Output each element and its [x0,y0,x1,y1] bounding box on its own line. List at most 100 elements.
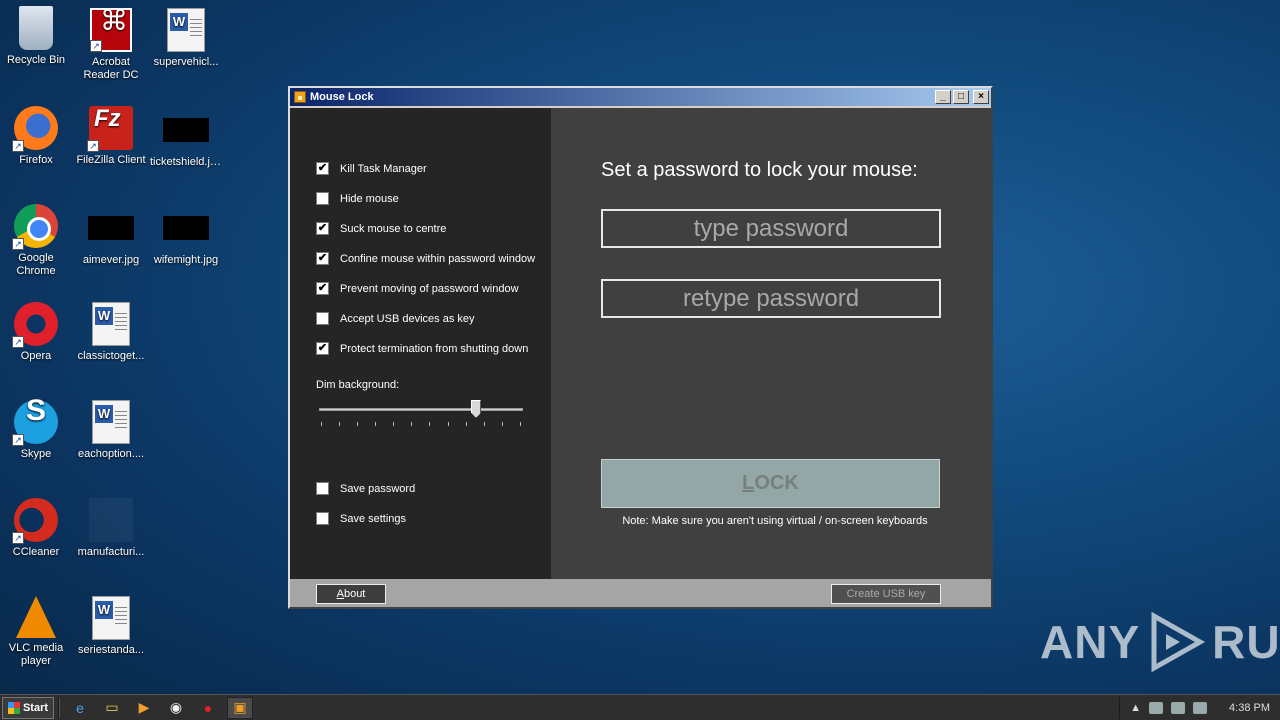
desktop-icon-label: aimever.jpg [82,254,140,266]
desktop-icon-acrobat[interactable]: ↗ Acrobat Reader DC [75,8,147,82]
option-label: Kill Task Manager [340,162,427,175]
settings-panel: ✔ Kill Task Manager Hide mouse ✔ Suck mo… [290,108,551,579]
checkbox[interactable] [316,312,329,325]
tray-expand-icon[interactable]: ▲ [1130,702,1141,714]
create-usb-key-button[interactable]: Create USB key [831,584,941,604]
firefox-icon: ↗ [12,106,58,152]
maximize-button[interactable]: □ [953,90,969,104]
window-title: Mouse Lock [310,91,374,103]
desktop-icon-label: eachoption.... [77,448,145,460]
checkbox[interactable] [316,192,329,205]
option-suck-mouse-to-centre[interactable]: ✔ Suck mouse to centre [316,222,446,235]
taskbar-opera-icon[interactable]: ● [195,697,221,719]
checkbox[interactable]: ✔ [316,282,329,295]
desktop-icon-ccleaner[interactable]: ↗ CCleaner [0,498,72,559]
taskbar: Start e ▭ ▶ ◉ ● ▣ ▲ 4:38 PM [0,694,1280,720]
option-kill-task-manager[interactable]: ✔ Kill Task Manager [316,162,427,175]
lock-button[interactable]: L OCK [601,459,940,508]
desktop-icon-label: classictoget... [77,350,145,362]
about-button[interactable]: About [316,584,386,604]
desktop-icon-filezilla[interactable]: ↗ FileZilla Client [75,106,147,167]
taskbar-chrome-icon[interactable]: ◉ [163,697,189,719]
dim-background-label: Dim background: [316,379,400,391]
about-accelerator: A [336,588,344,600]
desktop-icon-opera[interactable]: ↗ Opera [0,302,72,363]
option-label: Save password [340,482,416,495]
desktop-icon-chrome[interactable]: ↗ Google Chrome [0,204,72,278]
desktop-icon-label: Opera [20,350,52,362]
skype-icon: ↗ [12,400,58,446]
desktop-icon-word-doc[interactable]: seriestanda... [75,596,147,657]
blank-file-icon [89,498,133,542]
option-label: Hide mouse [340,192,399,205]
option-save-settings[interactable]: Save settings [316,512,406,525]
option-save-password[interactable]: Save password [316,482,415,495]
close-button[interactable]: × [973,90,989,104]
retype-password-input[interactable] [601,279,941,318]
windows-flag-icon [7,701,20,714]
window-titlebar[interactable]: Mouse Lock _ □ × [290,88,991,106]
clock[interactable]: 4:38 PM [1229,702,1270,714]
option-protect-termination[interactable]: ✔ Protect termination from shutting down [316,342,528,355]
ccleaner-icon: ↗ [12,498,58,544]
slider-tick [393,422,395,426]
desktop-icon-skype[interactable]: ↗ Skype [0,400,72,461]
anyrun-watermark: ANY RUN [1040,612,1280,672]
desktop-icon-image-file[interactable]: wifemight.jpg [150,204,222,267]
word-document-icon [92,302,130,346]
watermark-text-right: RUN [1212,616,1280,668]
option-label: Suck mouse to centre [340,222,447,235]
desktop-icon-firefox[interactable]: ↗ Firefox [0,106,72,167]
taskbar-mouse-lock-icon[interactable]: ▣ [227,696,253,719]
desktop-icon-word-doc[interactable]: classictoget... [75,302,147,363]
volume-icon[interactable] [1193,701,1208,714]
slider-tick [465,422,467,426]
watermark-text-left: ANY [1040,616,1141,668]
checkbox[interactable]: ✔ [316,342,329,355]
lock-heading: Set a password to lock your mouse: [601,159,918,181]
option-accept-usb-key[interactable]: Accept USB devices as key [316,312,475,325]
desktop-icon-label: Google Chrome [16,252,56,277]
desktop-icon-label: manufacturi... [77,546,145,558]
desktop-icon-label: Recycle Bin [6,54,66,66]
acrobat-icon: ↗ [90,8,132,52]
image-thumbnail-icon [163,118,209,142]
taskbar-explorer-icon[interactable]: ▭ [99,697,125,719]
network-icon[interactable] [1171,701,1186,714]
option-hide-mouse[interactable]: Hide mouse [316,192,399,205]
minimize-button[interactable]: _ [935,90,951,104]
word-document-icon [92,400,130,444]
start-button[interactable]: Start [2,696,54,719]
option-prevent-moving-window[interactable]: ✔ Prevent moving of password window [316,282,519,295]
image-thumbnail-icon [163,216,209,240]
dim-background-slider-track[interactable] [319,408,523,411]
taskbar-separator [58,697,60,718]
action-center-icon[interactable] [1149,701,1164,714]
taskbar-ie-icon[interactable]: e [67,697,93,719]
checkbox[interactable]: ✔ [316,252,329,265]
slider-tick [483,422,485,426]
desktop-icon-label: Firefox [19,154,53,166]
desktop-icon-label: Skype [20,448,52,460]
password-input[interactable] [601,209,941,248]
checkbox[interactable]: ✔ [316,222,329,235]
slider-tick [447,422,449,426]
checkbox[interactable] [316,512,329,525]
desktop-icon-word-doc[interactable]: eachoption.... [75,400,147,461]
desktop-icon-word-doc[interactable]: supervehicl... [150,8,222,69]
taskbar-media-player-icon[interactable]: ▶ [131,697,157,719]
option-confine-mouse[interactable]: ✔ Confine mouse within password window [316,252,535,265]
about-label: bout [343,588,366,600]
desktop-icon-image-file[interactable]: ticketshield.jpg [150,106,222,169]
option-label: Save settings [340,512,407,525]
desktop-icon-image-file[interactable]: aimever.jpg [75,204,147,267]
desktop-icon-file[interactable]: manufacturi... [75,498,147,559]
slider-tick [357,422,359,426]
dim-background-slider-thumb[interactable] [471,400,482,418]
slider-tick [411,422,413,426]
desktop-icon-vlc[interactable]: VLC media player [0,596,72,668]
checkbox[interactable]: ✔ [316,162,329,175]
checkbox[interactable] [316,482,329,495]
desktop-icon-recycle-bin[interactable]: Recycle Bin [0,6,72,67]
desktop-icon-label: FileZilla Client [76,154,146,166]
